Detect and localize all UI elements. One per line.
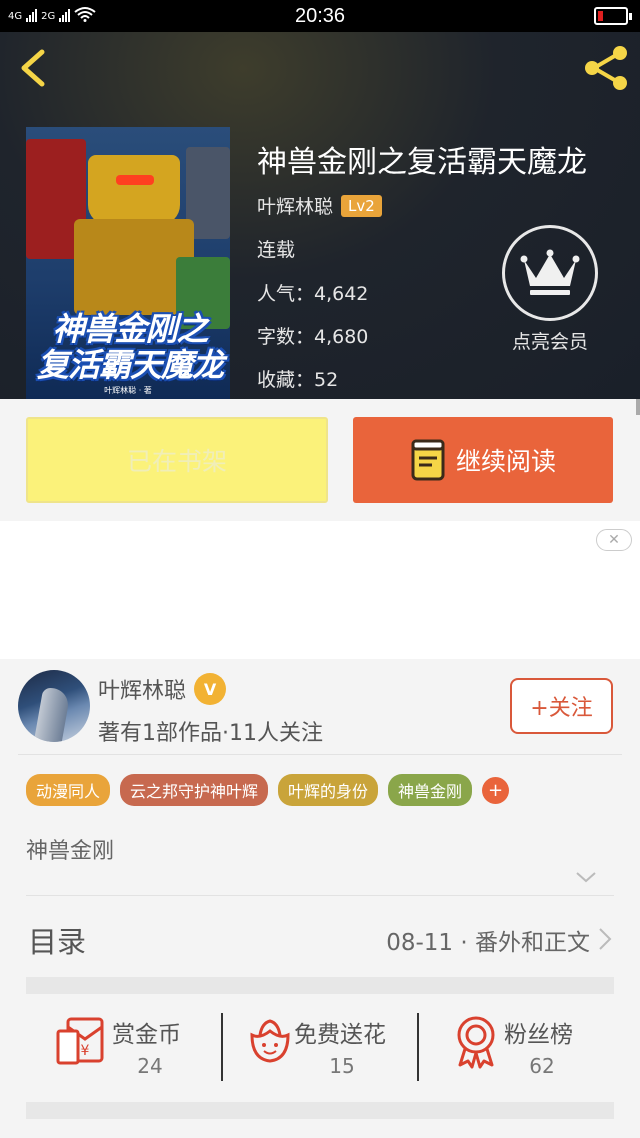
book-cover: 神兽金刚之 复活霸天魔龙 叶辉林聪 · 著 bbox=[26, 127, 230, 399]
action-bar: 已在书架 继续阅读 bbox=[0, 399, 640, 521]
continue-reading-button[interactable]: 继续阅读 bbox=[353, 417, 613, 503]
clock: 20:36 bbox=[294, 5, 346, 27]
cover-title: 神兽金刚之 复活霸天魔龙 bbox=[30, 311, 230, 383]
tag-item[interactable]: 叶辉的身份 bbox=[278, 774, 379, 806]
stat-label: 粉丝榜 bbox=[504, 1022, 573, 1048]
free-flower-button[interactable]: 免费送花 15 bbox=[222, 995, 418, 1100]
vip-label: 点亮会员 bbox=[511, 331, 588, 353]
stat-value: 62 bbox=[529, 1054, 555, 1078]
latest-chapter: 08-11 · 番外和正文 bbox=[386, 930, 590, 956]
continue-reading-label: 继续阅读 bbox=[455, 447, 556, 476]
verified-badge-icon: V bbox=[194, 673, 227, 705]
cover-title-line-2: 复活霸天魔龙 bbox=[36, 346, 224, 384]
battery-icon bbox=[594, 7, 632, 25]
book-title: 神兽金刚之复活霸天魔龙 bbox=[257, 145, 587, 180]
ad-banner: ✕ bbox=[0, 521, 640, 659]
medal-icon bbox=[457, 1016, 495, 1069]
book-icon bbox=[411, 439, 445, 481]
divider bbox=[18, 754, 622, 755]
flower-icon bbox=[250, 1019, 290, 1063]
scrollbar-thumb[interactable] bbox=[636, 399, 640, 415]
favorites-count: 收藏：52 bbox=[257, 369, 339, 391]
vip-button[interactable]: 点亮会员 bbox=[500, 225, 600, 354]
author-row: 叶辉林聪 Lv2 bbox=[257, 192, 382, 219]
tag-item[interactable]: 神兽金刚 bbox=[388, 774, 473, 806]
cover-art-part bbox=[116, 175, 154, 185]
share-icon bbox=[585, 46, 627, 90]
follow-button[interactable]: +关注 bbox=[510, 678, 613, 734]
catalog-label: 目录 bbox=[28, 925, 87, 959]
svg-text:¥: ¥ bbox=[81, 1043, 90, 1059]
chevron-right-icon bbox=[599, 928, 612, 950]
book-header: 神兽金刚之 复活霸天魔龙 叶辉林聪 · 著 神兽金刚之复活霸天魔龙 叶辉林聪 L… bbox=[0, 32, 640, 399]
fan-ranking-button[interactable]: 粉丝榜 62 bbox=[418, 995, 614, 1100]
author-card-name[interactable]: 叶辉林聪 bbox=[98, 673, 186, 705]
stat-value: 24 bbox=[137, 1054, 163, 1078]
support-stats: ¥ 赏金币 24 免费送花 15 粉丝榜 62 bbox=[26, 995, 614, 1100]
chevron-left-icon bbox=[21, 49, 45, 87]
close-icon: ✕ bbox=[608, 532, 620, 548]
level-badge: Lv2 bbox=[341, 194, 382, 217]
cover-title-line-1: 神兽金刚之 bbox=[52, 310, 208, 348]
author-stats: 著有1部作品·11人关注 bbox=[98, 721, 323, 746]
tag-item[interactable]: 动漫同人 bbox=[26, 774, 111, 806]
catalog-row[interactable]: 目录 08-11 · 番外和正文 bbox=[0, 897, 640, 977]
avatar[interactable] bbox=[18, 670, 90, 742]
crown-icon bbox=[520, 249, 580, 295]
status-bar: 4G 2G 20:36 bbox=[0, 0, 640, 32]
book-description: 神兽金刚 bbox=[26, 839, 115, 864]
follow-label: +关注 bbox=[530, 696, 593, 721]
cover-author: 叶辉林聪 · 著 bbox=[104, 386, 152, 395]
stat-label: 赏金币 bbox=[112, 1022, 181, 1048]
cover-art-part bbox=[88, 155, 180, 225]
back-button[interactable] bbox=[14, 46, 54, 90]
popularity: 人气：4,642 bbox=[257, 283, 369, 305]
tag-list: 动漫同人 云之邦守护神叶辉 叶辉的身份 神兽金刚 + bbox=[26, 774, 510, 806]
reward-coins-button[interactable]: ¥ 赏金币 24 bbox=[26, 995, 222, 1100]
stat-label: 免费送花 bbox=[294, 1022, 386, 1048]
vip-circle bbox=[502, 225, 598, 321]
add-tag-button[interactable]: + bbox=[482, 776, 510, 804]
divider bbox=[26, 895, 614, 896]
section-separator bbox=[26, 977, 614, 994]
author-name[interactable]: 叶辉林聪 bbox=[257, 192, 333, 219]
battery-level bbox=[598, 11, 603, 21]
on-shelf-button[interactable]: 已在书架 bbox=[26, 417, 328, 503]
tag-item[interactable]: 云之邦守护神叶辉 bbox=[120, 774, 269, 806]
chevron-down-icon[interactable] bbox=[574, 869, 598, 885]
word-count: 字数：4,680 bbox=[257, 326, 369, 348]
on-shelf-label: 已在书架 bbox=[126, 447, 227, 476]
ad-close-button[interactable]: ✕ bbox=[596, 529, 632, 551]
section-separator bbox=[26, 1102, 614, 1119]
stat-value: 15 bbox=[329, 1054, 355, 1078]
share-button[interactable] bbox=[580, 42, 632, 94]
serial-status: 连载 bbox=[257, 239, 296, 261]
author-card: 叶辉林聪 V 著有1部作品·11人关注 +关注 动漫同人 云之邦守护神叶辉 叶辉… bbox=[0, 659, 640, 896]
author-card-name-row: 叶辉林聪 V bbox=[98, 673, 227, 705]
reward-envelope-icon: ¥ bbox=[56, 1017, 104, 1065]
